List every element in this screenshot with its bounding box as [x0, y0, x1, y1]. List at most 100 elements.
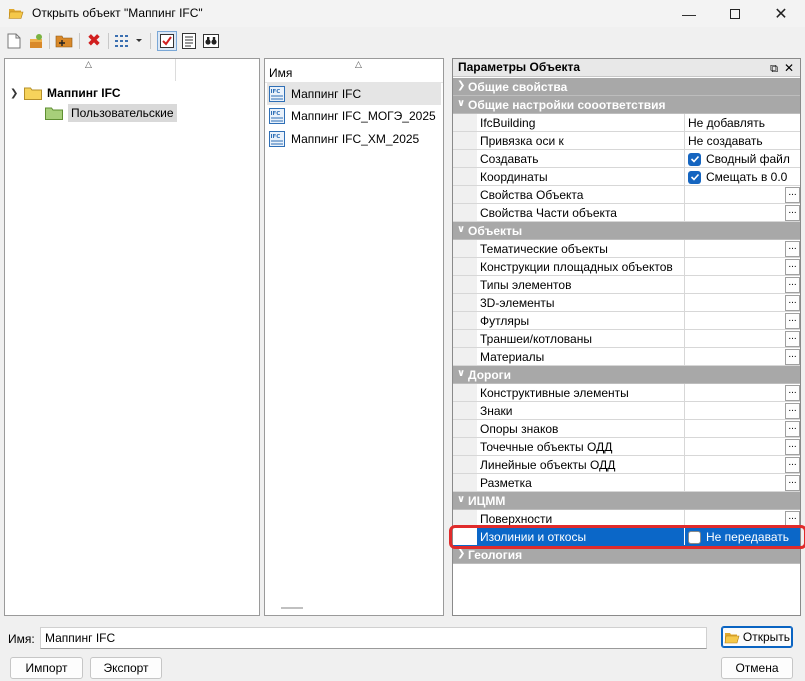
ellipsis-button[interactable]: ...: [785, 439, 800, 455]
property-row-point-odd[interactable]: Точечные объекты ОДД ...: [453, 438, 800, 456]
property-row-signs[interactable]: Знаки ...: [453, 402, 800, 420]
category-objects[interactable]: ∨ Объекты: [453, 222, 800, 240]
property-value[interactable]: Не передавать: [688, 530, 789, 544]
property-row-sign-supports[interactable]: Опоры знаков ...: [453, 420, 800, 438]
property-row-area-structures[interactable]: Конструкции площадных объектов ...: [453, 258, 800, 276]
row-gutter: [453, 294, 477, 311]
checkbox-toggle-button[interactable]: [157, 31, 177, 51]
property-row-part-properties[interactable]: Свойства Части объекта ...: [453, 204, 800, 222]
property-row-coordinates[interactable]: Координаты Смещать в 0.0: [453, 168, 800, 186]
chevron-down-icon[interactable]: ∨: [457, 98, 465, 109]
property-row-thematic-objects[interactable]: Тематические объекты ...: [453, 240, 800, 258]
row-gutter: [453, 420, 477, 437]
find-button[interactable]: [201, 31, 221, 51]
property-value[interactable]: Смещать в 0.0: [688, 170, 787, 184]
ellipsis-button[interactable]: ...: [785, 421, 800, 437]
open-object-button[interactable]: [26, 31, 46, 51]
chevron-right-icon[interactable]: ❯: [457, 80, 465, 91]
property-name: Точечные объекты ОДД: [480, 440, 613, 454]
horizontal-scrollbar[interactable]: [281, 607, 303, 609]
category-geology[interactable]: ❯ Геология: [453, 546, 800, 564]
ellipsis-button[interactable]: ...: [785, 403, 800, 419]
row-gutter: [453, 474, 477, 491]
chevron-down-icon[interactable]: ❯: [10, 88, 24, 99]
list-column-header-name[interactable]: Имя △: [265, 59, 443, 83]
list-item[interactable]: IFC Маппинг IFC_МОГЭ_2025: [267, 105, 441, 127]
category-roads[interactable]: ∨ Дороги: [453, 366, 800, 384]
property-row-surfaces[interactable]: Поверхности ...: [453, 510, 800, 528]
export-button[interactable]: Экспорт: [90, 657, 162, 679]
checkbox-unchecked-icon[interactable]: [688, 530, 701, 544]
property-name: Траншеи/котлованы: [480, 332, 592, 346]
ellipsis-button[interactable]: ...: [785, 205, 800, 221]
category-general-properties[interactable]: ❯ Общие свойства: [453, 78, 800, 96]
property-name: Материалы: [480, 350, 545, 364]
checkbox-checked-icon[interactable]: [688, 152, 701, 166]
ellipsis-button[interactable]: ...: [785, 349, 800, 365]
import-button[interactable]: Импорт: [10, 657, 83, 679]
ellipsis-button[interactable]: ...: [785, 313, 800, 329]
ellipsis-button[interactable]: ...: [785, 385, 800, 401]
ellipsis-button[interactable]: ...: [785, 511, 800, 527]
delete-button[interactable]: ✖: [84, 31, 104, 51]
tree-column-header[interactable]: △: [5, 59, 259, 81]
property-value[interactable]: Сводный файл: [688, 152, 790, 166]
property-row-trenches[interactable]: Траншеи/котлованы ...: [453, 330, 800, 348]
ellipsis-button[interactable]: ...: [785, 259, 800, 275]
ellipsis-button[interactable]: ...: [785, 331, 800, 347]
tree-node-root[interactable]: ❯ Маппинг IFC: [10, 83, 121, 103]
property-row-ifcbuilding[interactable]: IfcBuilding Не добавлять: [453, 114, 800, 132]
cancel-button[interactable]: Отмена: [721, 657, 793, 679]
list-item[interactable]: IFC Маппинг IFC: [267, 83, 441, 105]
ellipsis-button[interactable]: ...: [785, 475, 800, 491]
category-mapping-settings[interactable]: ∨ Общие настройки сооответствия: [453, 96, 800, 114]
view-mode-button[interactable]: [113, 31, 145, 51]
ellipsis-button[interactable]: ...: [785, 277, 800, 293]
property-row-3d-elements[interactable]: 3D-элементы ...: [453, 294, 800, 312]
row-gutter: [453, 150, 477, 167]
chevron-down-icon[interactable]: ∨: [457, 368, 465, 379]
close-window-button[interactable]: ✕: [758, 0, 804, 27]
list-item[interactable]: IFC Маппинг IFC_XM_2025: [267, 128, 441, 150]
row-gutter: [453, 312, 477, 329]
chevron-down-icon[interactable]: ∨: [457, 224, 465, 235]
dock-icon[interactable]: ⧉: [770, 61, 778, 78]
category-label: ИЦММ: [468, 494, 506, 508]
minimize-button[interactable]: —: [666, 0, 712, 27]
ellipsis-button[interactable]: ...: [785, 295, 800, 311]
property-row-create[interactable]: Создавать Сводный файл: [453, 150, 800, 168]
row-gutter: [453, 258, 477, 275]
property-row-line-odd[interactable]: Линейные объекты ОДД ...: [453, 456, 800, 474]
property-row-structural-elements[interactable]: Конструктивные элементы ...: [453, 384, 800, 402]
property-value[interactable]: Не создавать: [688, 134, 763, 148]
property-row-markings[interactable]: Разметка ...: [453, 474, 800, 492]
row-gutter: [453, 240, 477, 257]
row-gutter: [453, 276, 477, 293]
property-row-materials[interactable]: Материалы ...: [453, 348, 800, 366]
ellipsis-button[interactable]: ...: [785, 187, 800, 203]
checkbox-checked-icon[interactable]: [688, 170, 701, 184]
ellipsis-button[interactable]: ...: [785, 457, 800, 473]
property-row-axis-binding[interactable]: Привязка оси к Не создавать: [453, 132, 800, 150]
object-list[interactable]: Имя △ IFC Маппинг IFC IFC Маппинг IFC_МО…: [264, 58, 444, 616]
property-value[interactable]: Не добавлять: [688, 116, 765, 130]
chevron-down-icon[interactable]: ∨: [457, 494, 465, 505]
tree-node-custom[interactable]: Пользовательские: [45, 103, 177, 123]
text-document-button[interactable]: [179, 31, 199, 51]
binoculars-icon: [203, 34, 219, 48]
property-row-element-types[interactable]: Типы элементов ...: [453, 276, 800, 294]
property-row-object-properties[interactable]: Свойства Объекта ...: [453, 186, 800, 204]
new-document-button[interactable]: [4, 31, 24, 51]
close-panel-icon[interactable]: ✕: [784, 60, 794, 77]
name-input[interactable]: Маппинг IFC: [40, 627, 707, 649]
folder-tree[interactable]: △ ❯ Маппинг IFC Пользовательские: [4, 58, 260, 616]
open-button[interactable]: Открыть: [721, 626, 793, 648]
category-itsmm[interactable]: ∨ ИЦММ: [453, 492, 800, 510]
property-row-cases[interactable]: Футляры ...: [453, 312, 800, 330]
chevron-right-icon[interactable]: ❯: [457, 548, 465, 559]
add-folder-button[interactable]: [54, 31, 74, 51]
maximize-button[interactable]: [712, 0, 758, 27]
column-divider[interactable]: [175, 59, 176, 81]
ellipsis-button[interactable]: ...: [785, 241, 800, 257]
property-row-isolines[interactable]: Изолинии и откосы Не передавать: [453, 528, 800, 546]
